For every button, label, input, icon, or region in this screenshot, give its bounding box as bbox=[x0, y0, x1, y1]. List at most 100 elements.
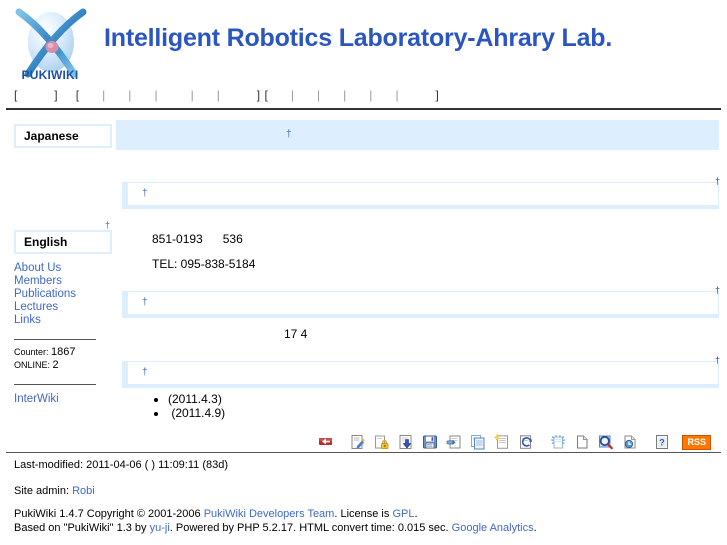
copyright-block: PukiWiki 1.4.7 Copyright © 2001-2006 Puk… bbox=[0, 497, 727, 535]
section-heading-3: † † bbox=[122, 285, 720, 318]
content-spacer-3 bbox=[116, 277, 719, 291]
counter-value: 1867 bbox=[51, 346, 76, 358]
nav-separator-9: | bbox=[369, 88, 373, 102]
freeze-icon[interactable] bbox=[374, 434, 390, 450]
copyright-line2-post: . bbox=[533, 522, 537, 534]
nav-bracket-close-2: ] bbox=[256, 88, 261, 102]
counter-online-row: ONLINE: 2 bbox=[14, 359, 112, 372]
nav-separator-10: | bbox=[395, 88, 400, 102]
site-admin-label: Site admin: bbox=[14, 485, 70, 497]
nav-separator-2: | bbox=[128, 88, 132, 102]
copyright-line-2: Based on "PukiWiki" 1.3 by yu-ji. Powere… bbox=[14, 521, 727, 535]
nav-bracket-close-3: ] bbox=[435, 88, 440, 102]
footer-divider bbox=[6, 452, 721, 453]
nav-separator-1: | bbox=[102, 88, 106, 102]
reload-icon[interactable] bbox=[550, 434, 566, 450]
sidebar-divider-2 bbox=[14, 384, 96, 385]
nav-bracket-close-1: ] bbox=[54, 88, 59, 102]
upload-icon[interactable] bbox=[446, 434, 462, 450]
sidebar-link-list: About Us Members Publications Lectures L… bbox=[14, 262, 112, 327]
section-heading-3-anchor-link[interactable]: † bbox=[142, 292, 148, 314]
copyright-line-1: PukiWiki 1.4.7 Copyright © 2001-2006 Puk… bbox=[14, 507, 727, 521]
section-heading-2-anchor-top[interactable]: † bbox=[715, 170, 720, 192]
gpl-link[interactable]: GPL bbox=[392, 508, 414, 520]
site-admin-link[interactable]: Robi bbox=[72, 485, 95, 497]
svg-text:?: ? bbox=[660, 438, 666, 448]
recent-icon[interactable] bbox=[622, 434, 638, 450]
pukiwiki-logo[interactable]: PUKIWIKI bbox=[12, 6, 90, 84]
sidebar-item-about-us[interactable]: About Us bbox=[14, 262, 112, 275]
list-item: (2011.4.9) bbox=[168, 406, 719, 420]
nav-separator-4: | bbox=[190, 88, 195, 102]
online-value: 2 bbox=[52, 359, 59, 371]
counter-total-row: Counter: 1867 bbox=[14, 346, 112, 359]
sidebar-item-members[interactable]: Members bbox=[14, 275, 112, 288]
list-item: (2011.4.3) bbox=[168, 392, 719, 406]
counter-block: Counter: 1867 ONLINE: 2 bbox=[14, 346, 112, 372]
sidebar-heading-japanese: Japanese bbox=[14, 124, 112, 148]
online-label: ONLINE: bbox=[14, 360, 51, 370]
powered-by-text: . Powered by PHP 5.2.17. HTML convert ti… bbox=[169, 522, 449, 534]
counter-label: Counter: bbox=[14, 347, 49, 357]
section-heading-4-anchor-link[interactable]: † bbox=[142, 362, 148, 384]
content-spacer-1 bbox=[116, 156, 719, 182]
address-line: 851-0193 536 bbox=[152, 232, 243, 246]
sidebar-item-links[interactable]: Links bbox=[14, 314, 112, 327]
yu-ji-link[interactable]: yu-ji bbox=[150, 522, 170, 534]
sidebar-item-interwiki[interactable]: InterWiki bbox=[14, 393, 59, 405]
last-modified-text: Last-modified: 2011-04-06 ( ) 11:09:11 (… bbox=[14, 459, 229, 471]
sidebar-interwiki-block: InterWiki bbox=[14, 391, 112, 405]
copyright-license-pre: . License is bbox=[334, 508, 390, 520]
sidebar-heading-english-label: English bbox=[16, 232, 110, 252]
tel-line: TEL: 095-838-5184 bbox=[152, 257, 256, 271]
google-analytics-link[interactable]: Google Analytics bbox=[452, 522, 534, 534]
sidebar-heading-japanese-label: Japanese bbox=[16, 126, 110, 146]
page-toolbar: ? RSS bbox=[314, 434, 711, 450]
news-list: (2011.4.3) (2011.4.9) bbox=[116, 392, 719, 420]
site-admin-line: Site admin: Robi bbox=[0, 471, 727, 497]
pukiwiki-logo-icon: PUKIWIKI bbox=[15, 8, 87, 82]
section-heading-2-anchor-link[interactable]: † bbox=[142, 183, 148, 205]
copyright-pre: PukiWiki 1.4.7 Copyright © 2001-2006 bbox=[14, 508, 201, 520]
svg-text:PUKIWIKI: PUKIWIKI bbox=[22, 68, 79, 82]
page-header: PUKIWIKI Intelligent Robotics Laboratory… bbox=[0, 0, 727, 88]
top-icon[interactable] bbox=[318, 434, 334, 450]
sidebar-item-lectures[interactable]: Lectures bbox=[14, 301, 112, 314]
section-heading-1-anchor-link[interactable]: † bbox=[286, 120, 292, 150]
nav-bracket-open-1: [ bbox=[14, 88, 18, 102]
page-toolbar-row: ? RSS bbox=[130, 424, 711, 450]
nav-separator-5: | bbox=[216, 88, 221, 102]
sidebar-item-publications[interactable]: Publications bbox=[14, 288, 112, 301]
new-icon[interactable] bbox=[494, 434, 510, 450]
rss-button[interactable]: RSS bbox=[682, 434, 711, 450]
section-heading-3-anchor-top[interactable]: † bbox=[715, 279, 720, 301]
content-spacer-4 bbox=[116, 347, 719, 361]
nav-separator-3: | bbox=[154, 88, 159, 102]
nav-separator-7: | bbox=[316, 88, 321, 102]
backup-icon[interactable] bbox=[422, 434, 438, 450]
based-on-text: Based on "PukiWiki" 1.3 by bbox=[14, 522, 147, 534]
edit-icon[interactable] bbox=[350, 434, 366, 450]
nav-bracket-open-3: [ bbox=[264, 88, 269, 102]
section-heading-4: † † bbox=[122, 355, 720, 388]
sidebar-divider-1 bbox=[14, 339, 96, 340]
attach-icon[interactable] bbox=[574, 434, 590, 450]
section-heading-4-anchor-top[interactable]: † bbox=[715, 349, 720, 371]
date-line: 17 4 bbox=[284, 327, 308, 341]
diff-icon[interactable] bbox=[398, 434, 414, 450]
help-icon[interactable]: ? bbox=[654, 434, 670, 450]
copy-icon[interactable] bbox=[470, 434, 486, 450]
search-icon[interactable] bbox=[598, 434, 614, 450]
sidebar-heading-english: † English bbox=[14, 220, 112, 254]
section-heading-2: † † bbox=[122, 176, 720, 209]
sidebar: Japanese † English About Us Members Publ… bbox=[0, 110, 112, 405]
rename-icon[interactable] bbox=[518, 434, 534, 450]
page-title: Intelligent Robotics Laboratory-Ahrary L… bbox=[104, 24, 613, 52]
main-content: † † † 851-0193 536 TEL: 095-838-5184 † †… bbox=[112, 110, 727, 450]
section-heading-1: † bbox=[116, 120, 719, 150]
copyright-post: . bbox=[414, 508, 418, 520]
nav-separator-8: | bbox=[343, 88, 347, 102]
sidebar-english-anchor-link[interactable]: † bbox=[105, 220, 110, 230]
pukiwiki-dev-team-link[interactable]: PukiWiki Developers Team bbox=[204, 508, 335, 520]
